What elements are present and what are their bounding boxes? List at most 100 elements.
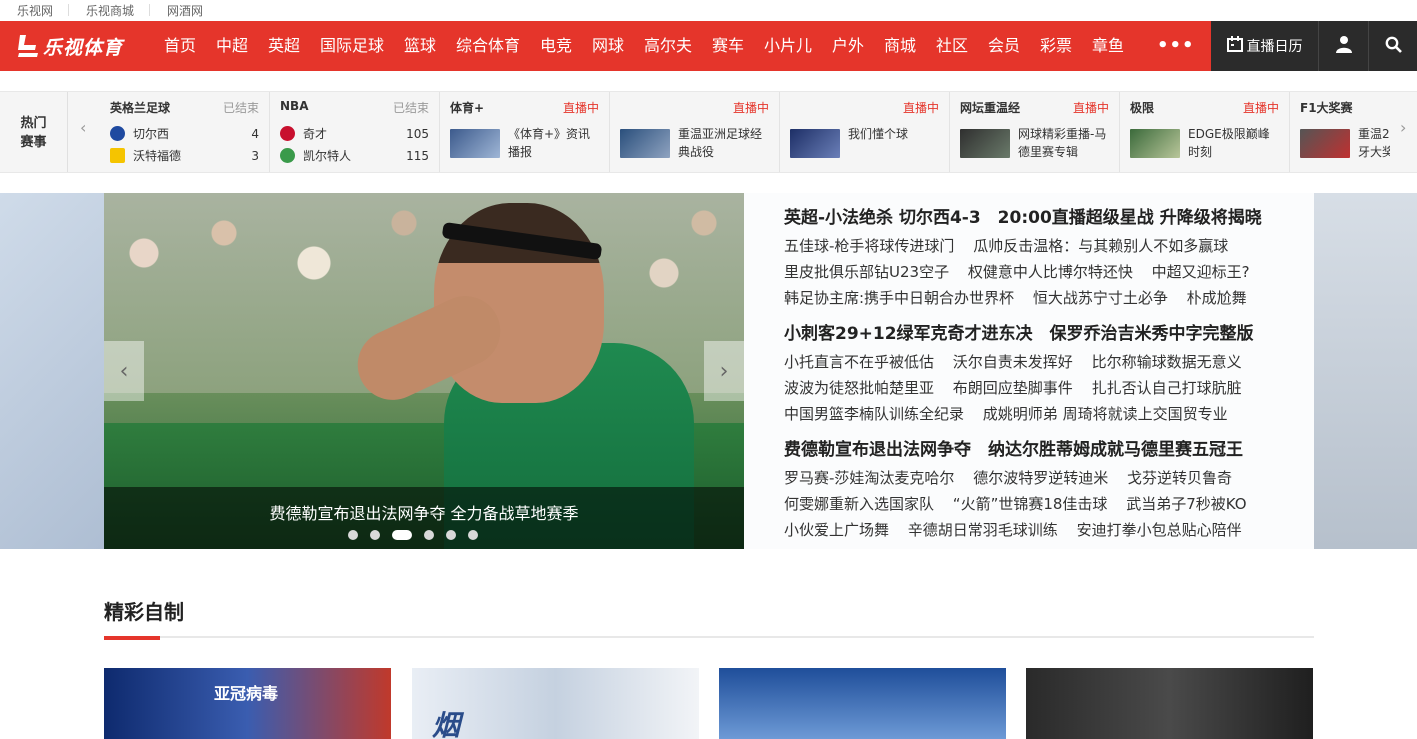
live-channel: 网坛重温经 bbox=[960, 101, 1021, 115]
news-link[interactable]: 安迪打拳小包总贴心陪伴 bbox=[1077, 521, 1242, 539]
news-link[interactable]: 里皮批俱乐部钻U23空子 bbox=[784, 263, 949, 281]
nav-item-mall[interactable]: 商城 bbox=[884, 36, 916, 56]
live-card[interactable]: F1大奖赛 重温20牙大奖 bbox=[1290, 92, 1390, 172]
live-status: 直播中 bbox=[1072, 101, 1109, 115]
nav-item-tennis[interactable]: 网球 bbox=[592, 36, 624, 56]
news-link[interactable]: 波波为徒怒批帕楚里亚 bbox=[784, 379, 934, 397]
hot-next-arrow-icon[interactable]: › bbox=[1400, 118, 1406, 137]
search-button[interactable] bbox=[1369, 21, 1417, 71]
slide-dot[interactable] bbox=[446, 530, 456, 540]
team-row: 凯尔特人 bbox=[280, 147, 351, 164]
link-letv-mall[interactable]: 乐视商城 bbox=[86, 2, 134, 19]
live-card[interactable]: 直播中 我们懂个球 bbox=[780, 92, 950, 172]
news-link[interactable]: 布朗回应垫脚事件 bbox=[953, 379, 1073, 397]
nav-item-lottery[interactable]: 彩票 bbox=[1040, 36, 1072, 56]
news-link[interactable]: 韩足协主席:携手中日朝合办世界杯 bbox=[784, 289, 1014, 307]
section-divider bbox=[104, 636, 1314, 638]
headline[interactable]: 小刺客29+12绿军克奇才进东决 保罗乔治吉米秀中字完整版 bbox=[784, 319, 1254, 344]
news-link[interactable]: 恒大战苏宁寸土必争 bbox=[1033, 289, 1168, 307]
live-card[interactable]: 网坛重温经 直播中 网球精彩重播-马德里赛专辑 bbox=[950, 92, 1120, 172]
slide-dot[interactable] bbox=[468, 530, 478, 540]
headline[interactable]: 费德勒宣布退出法网争夺 纳达尔胜蒂姆成就马德里赛五冠王 bbox=[784, 435, 1243, 460]
live-status: 直播中 bbox=[562, 101, 599, 115]
news-link[interactable]: 戈芬逆转贝鲁奇 bbox=[1127, 469, 1232, 487]
video-tile[interactable] bbox=[719, 668, 1006, 739]
slider-next-button[interactable]: › bbox=[704, 341, 744, 401]
nav-item-octopus[interactable]: 章鱼 bbox=[1092, 36, 1124, 56]
watford-badge-icon bbox=[110, 148, 125, 163]
nav-item-csl[interactable]: 中超 bbox=[216, 36, 248, 56]
live-thumbnail bbox=[620, 129, 670, 158]
site-logo[interactable]: 乐视体育 bbox=[16, 29, 123, 63]
match-card[interactable]: 英格兰足球 已结束 切尔西 4 沃特福德 3 bbox=[100, 92, 270, 172]
live-thumbnail bbox=[1300, 129, 1350, 158]
match-card[interactable]: NBA 已结束 奇才 105 凯尔特人 115 bbox=[270, 92, 440, 172]
nav-item-community[interactable]: 社区 bbox=[936, 36, 968, 56]
slide-dot-active[interactable] bbox=[392, 530, 412, 540]
live-status: 直播中 bbox=[732, 101, 769, 115]
nav-item-racing[interactable]: 赛车 bbox=[712, 36, 744, 56]
nav-item-intl-football[interactable]: 国际足球 bbox=[320, 36, 384, 56]
nav-more-button[interactable]: ••• bbox=[1157, 35, 1195, 56]
news-link[interactable]: 朴成尬舞 bbox=[1187, 289, 1247, 307]
nav-item-vip[interactable]: 会员 bbox=[988, 36, 1020, 56]
nav-item-golf[interactable]: 高尔夫 bbox=[644, 36, 692, 56]
news-link[interactable]: 中超又迎标王? bbox=[1152, 263, 1250, 281]
live-title: 重温亚洲足球经典战役 bbox=[678, 127, 763, 159]
slide-pagination bbox=[348, 530, 478, 540]
news-link[interactable]: 成姚明师弟 周琦将就读上交国贸专业 bbox=[983, 405, 1228, 423]
slide-caption[interactable]: 费德勒宣布退出法网争夺 全力备战草地赛季 bbox=[104, 500, 744, 524]
news-link[interactable]: 小伙爱上广场舞 bbox=[784, 521, 889, 539]
nav-item-basketball[interactable]: 篮球 bbox=[404, 36, 436, 56]
news-link[interactable]: 小托直言不在乎被低估 bbox=[784, 353, 934, 371]
live-card[interactable]: 体育+ 直播中 《体育+》资讯播报 bbox=[440, 92, 610, 172]
hot-matches-title: 热门 赛事 bbox=[0, 92, 68, 172]
news-link[interactable]: 扎扎否认自己打球肮脏 bbox=[1092, 379, 1242, 397]
video-tile[interactable]: 烟 bbox=[412, 668, 699, 739]
news-link[interactable]: 中国男篮李楠队训练全纪录 bbox=[784, 405, 964, 423]
slide-dot[interactable] bbox=[424, 530, 434, 540]
hero-banner: 费德勒宣布退出法网争夺 全力备战草地赛季 ‹ › 英超-小法绝杀 切尔西4-3 … bbox=[0, 193, 1417, 549]
news-link[interactable]: 罗马赛-莎娃淘汰麦克哈尔 bbox=[784, 469, 954, 487]
hero-slider[interactable]: 费德勒宣布退出法网争夺 全力备战草地赛季 ‹ › bbox=[104, 193, 744, 549]
news-line: 波波为徒怒批帕楚里亚 布朗回应垫脚事件 扎扎否认自己打球肮脏 bbox=[784, 377, 1242, 398]
nav-item-esports[interactable]: 电竞 bbox=[540, 36, 572, 56]
match-league: 英格兰足球 bbox=[110, 101, 171, 115]
live-card[interactable]: 极限 直播中 EDGE极限巅峰时刻 bbox=[1120, 92, 1290, 172]
news-line: 罗马赛-莎娃淘汰麦克哈尔 德尔波特罗逆转迪米 戈芬逆转贝鲁奇 bbox=[784, 467, 1232, 488]
video-tile[interactable] bbox=[1026, 668, 1313, 739]
slider-prev-button[interactable]: ‹ bbox=[104, 341, 144, 401]
news-line: 小托直言不在乎被低估 沃尔自责未发挥好 比尔称输球数据无意义 bbox=[784, 351, 1242, 372]
news-link[interactable]: 武当弟子7秒被KO bbox=[1126, 495, 1246, 513]
news-link[interactable]: 辛德胡日常羽毛球训练 bbox=[908, 521, 1058, 539]
live-status: 直播中 bbox=[1242, 101, 1279, 115]
news-link[interactable]: 沃尔自责未发挥好 bbox=[953, 353, 1073, 371]
news-link[interactable]: 瓜帅反击温格：与其赖别人不如多赢球 bbox=[973, 237, 1228, 255]
live-card[interactable]: 直播中 重温亚洲足球经典战役 bbox=[610, 92, 780, 172]
nav-item-general-sports[interactable]: 综合体育 bbox=[456, 36, 520, 56]
link-letv[interactable]: 乐视网 bbox=[17, 2, 53, 19]
news-link[interactable]: 五佳球-枪手将球传进球门 bbox=[784, 237, 954, 255]
nav-item-home[interactable]: 首页 bbox=[164, 36, 196, 56]
nav-item-epl[interactable]: 英超 bbox=[268, 36, 300, 56]
slide-dot[interactable] bbox=[348, 530, 358, 540]
news-link[interactable]: 权健意中人比博尔特还快 bbox=[968, 263, 1133, 281]
headline[interactable]: 英超-小法绝杀 切尔西4-3 20:00直播超级星战 升降级将揭晓 bbox=[784, 203, 1262, 228]
news-link[interactable]: “火箭”世锦赛18佳击球 bbox=[953, 495, 1108, 513]
logo-text: 乐视体育 bbox=[43, 36, 124, 59]
news-link[interactable]: 比尔称输球数据无意义 bbox=[1092, 353, 1242, 371]
wizards-badge-icon bbox=[280, 126, 295, 141]
tile-label: 烟 bbox=[432, 709, 461, 739]
nav-right-tools: 直播日历 bbox=[1211, 21, 1417, 71]
link-wine[interactable]: 网酒网 bbox=[167, 2, 203, 19]
live-calendar-button[interactable]: 直播日历 bbox=[1211, 21, 1319, 71]
news-link[interactable]: 何雯娜重新入选国家队 bbox=[784, 495, 934, 513]
video-tile[interactable]: 亚冠病毒 bbox=[104, 668, 391, 739]
nav-item-shorts[interactable]: 小片儿 bbox=[764, 36, 812, 56]
team-row: 奇才 bbox=[280, 125, 327, 142]
user-button[interactable] bbox=[1319, 21, 1369, 71]
nav-item-outdoor[interactable]: 户外 bbox=[832, 36, 864, 56]
hot-prev-arrow-icon[interactable]: ‹ bbox=[80, 118, 86, 137]
slide-dot[interactable] bbox=[370, 530, 380, 540]
news-link[interactable]: 德尔波特罗逆转迪米 bbox=[973, 469, 1108, 487]
